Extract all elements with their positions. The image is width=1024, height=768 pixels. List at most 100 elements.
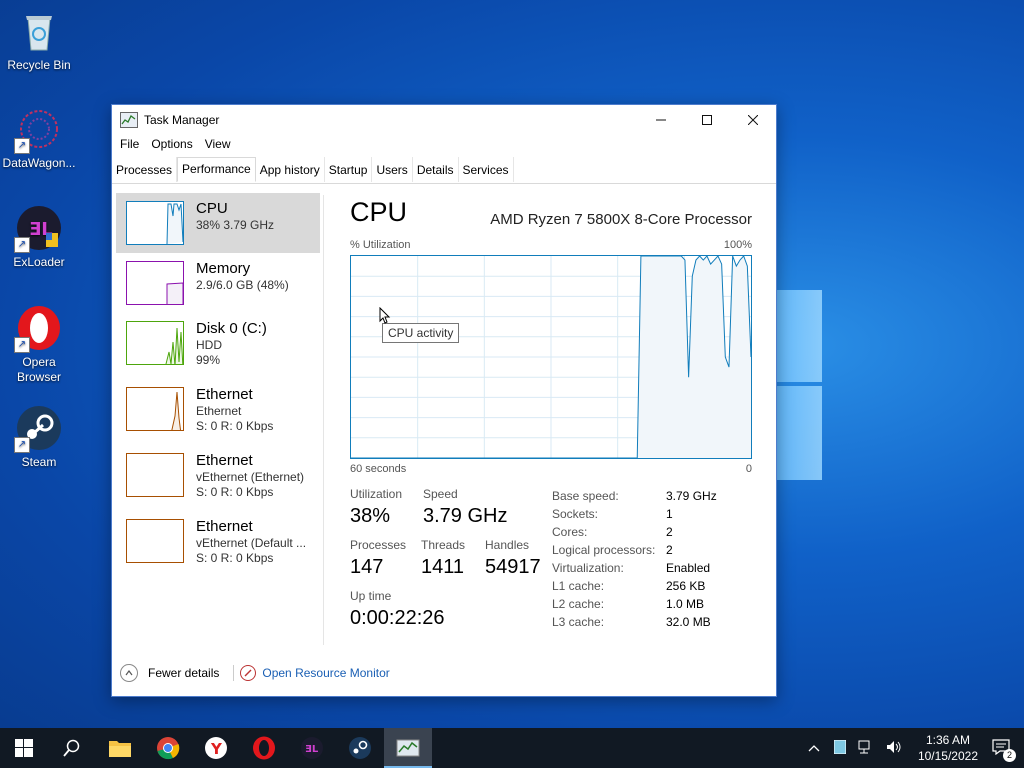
spec-key: Logical processors:	[552, 543, 656, 557]
menu-options[interactable]: Options	[145, 135, 198, 155]
menu-file[interactable]: File	[114, 135, 145, 155]
tab-app-history[interactable]: App history	[256, 157, 325, 182]
sidebar-item-detail: 2.9/6.0 GB (48%)	[196, 278, 289, 292]
taskbar-steam[interactable]	[336, 728, 384, 768]
sidebar-item-ethernet-3[interactable]: Ethernet vEthernet (Default ... S: 0 R: …	[116, 511, 320, 571]
tab-services[interactable]: Services	[459, 157, 514, 182]
graph-y-max: 100%	[723, 239, 752, 251]
menu-view[interactable]: View	[199, 135, 237, 155]
sidebar-item-disk[interactable]: Disk 0 (C:) HDD 99%	[116, 313, 320, 373]
spec-key: Base speed:	[552, 489, 619, 503]
tab-startup[interactable]: Startup	[325, 157, 373, 182]
start-button[interactable]	[0, 728, 48, 768]
taskbar-chrome[interactable]	[144, 728, 192, 768]
chevron-up-icon[interactable]	[120, 664, 138, 682]
stat-value: 3.79 GHz	[423, 505, 508, 527]
spec-key: L3 cache:	[552, 615, 605, 629]
ethernet-mini-graph	[126, 453, 184, 497]
open-resource-monitor-link[interactable]: Open Resource Monitor	[262, 666, 389, 680]
taskbar-opera[interactable]	[240, 728, 288, 768]
stat-value: 54917	[485, 556, 541, 578]
search-icon	[63, 739, 80, 757]
sidebar-item-name: CPU	[196, 200, 228, 217]
fewer-details-link[interactable]: Fewer details	[148, 666, 219, 680]
system-tray: 1:36 AM 10/15/2022 2	[800, 728, 1024, 768]
tab-bar: Processes Performance App history Startu…	[112, 157, 776, 184]
desktop-icon-label: ExLoader	[13, 255, 65, 269]
taskbar-file-explorer[interactable]	[96, 728, 144, 768]
desktop-icon-label: Steam	[21, 455, 57, 469]
cpu-utilization-graph[interactable]	[350, 255, 752, 459]
sidebar-item-detail: vEthernet (Default ...	[196, 536, 307, 550]
spec-row: Sockets: 1	[552, 505, 717, 523]
spec-key: L1 cache:	[552, 579, 605, 593]
stat-label: Speed	[423, 487, 458, 501]
maximize-button[interactable]	[684, 105, 730, 135]
spec-value: 3.79 GHz	[666, 489, 717, 503]
sidebar-item-cpu[interactable]: CPU 38% 3.79 GHz	[116, 193, 320, 253]
page-title: CPU	[350, 197, 408, 227]
sidebar-item-detail: 38% 3.79 GHz	[196, 218, 275, 232]
sidebar-item-name: Disk 0 (C:)	[196, 320, 267, 337]
taskbar-exloader[interactable]: ƎL	[288, 728, 336, 768]
datawagon-icon: ↗	[14, 106, 62, 154]
stat-value: 0:00:22:26	[350, 607, 445, 629]
opera-icon	[253, 736, 275, 760]
tab-details[interactable]: Details	[413, 157, 459, 182]
spec-row: L3 cache: 32.0 MB	[552, 613, 717, 631]
desktop-icon-exloader[interactable]: ƎL ↗ ExLoader	[1, 205, 77, 270]
graph-x-min: 0	[745, 463, 752, 475]
volume-icon[interactable]	[886, 740, 902, 757]
desktop-icon-steam[interactable]: ↗ Steam	[1, 405, 77, 470]
close-button[interactable]	[730, 105, 776, 135]
tray-app-icon[interactable]	[833, 739, 847, 757]
panel-divider	[323, 195, 324, 645]
desktop-icon-datawagon[interactable]: ↗ DataWagon...	[1, 106, 77, 171]
cpu-mini-graph	[126, 201, 184, 245]
taskbar-yandex[interactable]: Y	[192, 728, 240, 768]
tab-processes[interactable]: Processes	[112, 157, 178, 182]
stat-label: Utilization	[350, 487, 403, 501]
tab-users[interactable]: Users	[372, 157, 413, 182]
performance-sidebar: CPU 38% 3.79 GHz Memory 2.9/6.0 GB (48%)…	[116, 191, 322, 651]
stat-handles: Handles 54917	[485, 538, 541, 579]
stat-label: Processes	[350, 538, 407, 552]
window-title: Task Manager	[144, 113, 220, 127]
taskbar-clock[interactable]: 1:36 AM 10/15/2022	[918, 732, 978, 764]
sidebar-item-name: Ethernet	[196, 452, 253, 469]
shortcut-arrow-icon: ↗	[14, 138, 30, 154]
sidebar-item-detail: HDD	[196, 338, 222, 352]
sidebar-item-ethernet-1[interactable]: Ethernet Ethernet S: 0 R: 0 Kbps	[116, 379, 320, 439]
chevron-up-icon[interactable]	[808, 741, 820, 755]
sidebar-item-memory[interactable]: Memory 2.9/6.0 GB (48%)	[116, 253, 320, 313]
title-bar[interactable]: Task Manager	[112, 105, 776, 135]
stat-processes: Processes 147	[350, 538, 406, 579]
search-button[interactable]	[48, 728, 96, 768]
recycle-bin-icon	[16, 8, 62, 54]
sidebar-item-detail2: S: 0 R: 0 Kbps	[196, 485, 274, 499]
spec-key: Cores:	[552, 525, 588, 539]
notification-center-icon[interactable]: 2	[992, 738, 1016, 762]
minimize-button[interactable]	[638, 105, 684, 135]
desktop-icon-label: DataWagon...	[2, 156, 76, 170]
sidebar-item-detail2: S: 0 R: 0 Kbps	[196, 551, 274, 565]
cpu-model: AMD Ryzen 7 5800X 8-Core Processor	[490, 211, 752, 228]
sidebar-item-ethernet-2[interactable]: Ethernet vEthernet (Ethernet) S: 0 R: 0 …	[116, 445, 320, 505]
desktop-icon-recycle-bin[interactable]: Recycle Bin	[1, 8, 77, 73]
network-icon[interactable]	[858, 740, 874, 757]
taskbar-task-manager[interactable]	[384, 728, 432, 768]
sidebar-item-detail: Ethernet	[196, 404, 242, 418]
spec-row: Logical processors: 2	[552, 541, 717, 559]
desktop-icon-opera[interactable]: ↗ Opera Browser	[1, 305, 77, 385]
graph-y-label: % Utilization	[350, 239, 411, 251]
stat-threads: Threads 1411	[421, 538, 465, 579]
spec-row: Cores: 2	[552, 523, 717, 541]
stat-value: 1411	[421, 556, 465, 578]
stat-label: Up time	[350, 589, 392, 603]
spec-key: Sockets:	[552, 507, 599, 521]
tab-performance[interactable]: Performance	[177, 157, 256, 182]
stat-utilization: Utilization 38%	[350, 487, 402, 528]
ethernet-mini-graph	[126, 519, 184, 563]
exloader-icon: ƎL	[301, 737, 323, 759]
sidebar-item-detail2: S: 0 R: 0 Kbps	[196, 419, 274, 433]
